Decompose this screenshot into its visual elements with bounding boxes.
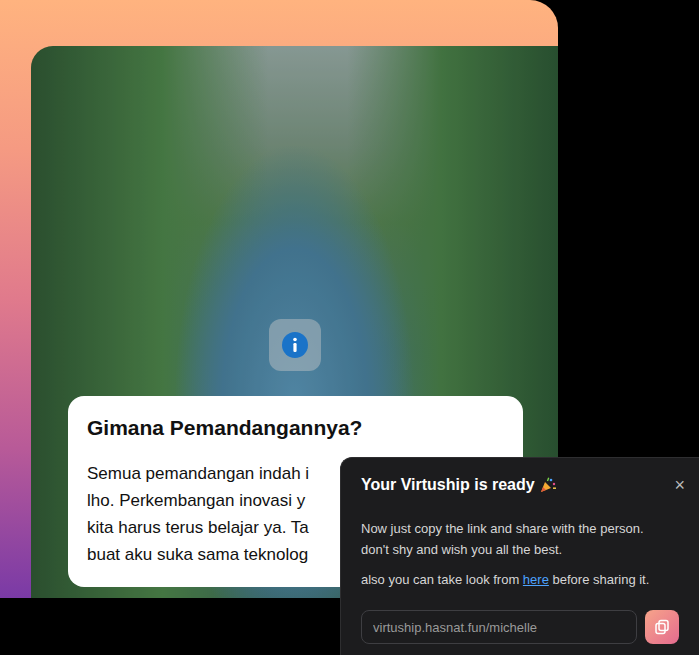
note-text: also you can take look from <box>361 572 523 587</box>
popup-note: also you can take look from here before … <box>361 569 679 590</box>
share-popup: Your Virtuship is ready × Now just copy … <box>340 457 699 655</box>
info-icon[interactable] <box>269 319 321 371</box>
card-title: Gimana Pemandangannya? <box>87 414 504 442</box>
message-line: Now just copy the link and share with th… <box>361 518 679 539</box>
popup-title: Your Virtuship is ready <box>361 474 535 496</box>
card-line: kita harus terus belajar ya. Ta <box>87 514 339 541</box>
share-link-field[interactable] <box>361 610 637 644</box>
party-icon <box>539 476 557 494</box>
close-button[interactable]: × <box>668 476 685 494</box>
card-line: buat aku suka sama teknolog <box>87 541 339 568</box>
copy-button[interactable] <box>645 610 679 644</box>
message-line: don't shy and wish you all the best. <box>361 539 679 560</box>
copy-icon <box>654 619 670 635</box>
card-line: Semua pemandangan indah i <box>87 460 339 487</box>
note-text: before sharing it. <box>549 572 649 587</box>
card-line: lho. Perkembangan inovasi y <box>87 487 339 514</box>
preview-link[interactable]: here <box>523 572 549 587</box>
popup-message: Now just copy the link and share with th… <box>361 518 679 560</box>
